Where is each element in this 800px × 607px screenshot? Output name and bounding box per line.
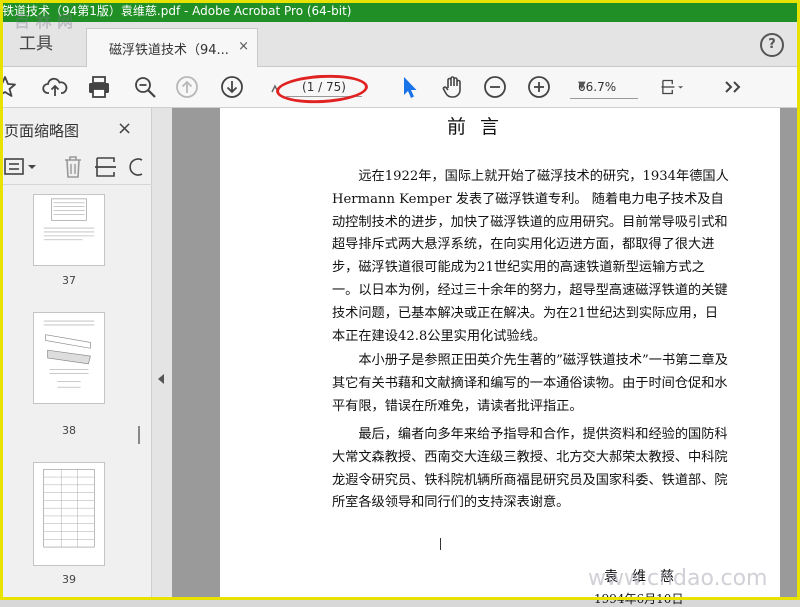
zoom-search-icon[interactable] bbox=[132, 74, 158, 100]
next-page-icon[interactable] bbox=[219, 74, 245, 100]
prev-page-icon[interactable] bbox=[174, 74, 200, 100]
delete-page-icon[interactable] bbox=[62, 155, 84, 179]
print-icon[interactable] bbox=[86, 74, 112, 100]
main-toolbar: (1 / 75) 66.7% ▼ bbox=[0, 67, 800, 108]
text-cursor bbox=[440, 538, 441, 550]
page-thumbnail[interactable] bbox=[33, 462, 105, 566]
help-icon[interactable]: ? bbox=[760, 33, 784, 57]
page-thumbnail[interactable] bbox=[33, 312, 105, 404]
upload-cloud-icon[interactable] bbox=[42, 74, 68, 100]
paragraph: 远在1922年，国际上就开始了磁浮技术的研究，1934年德国人Hermann K… bbox=[332, 166, 730, 348]
page-fit-icon[interactable] bbox=[660, 74, 696, 100]
watermark-bottom-right: www.cndao.com bbox=[588, 566, 768, 591]
chevron-down-icon: ▼ bbox=[578, 80, 586, 91]
rotate-page-icon[interactable] bbox=[128, 156, 148, 178]
paragraph: 最后，编者向多年来给予指导和合作，提供资料和经验的国防科大常文森教授、西南交大连… bbox=[332, 424, 730, 515]
panel-scroll-thumb[interactable] bbox=[138, 426, 140, 444]
panel-close-icon[interactable]: × bbox=[117, 118, 132, 139]
paragraph-text: 最后，编者向多年来给予指导和合作，提供资料和经验的国防科大常文森教授、西南交大连… bbox=[332, 427, 728, 511]
paragraph-text: 本小册子是参照正田英介先生著的”磁浮铁道技术”一书第二章及其它有关书藉和文献摘译… bbox=[332, 353, 728, 414]
thumbnail-page-number: 38 bbox=[62, 424, 76, 437]
pdf-page: 前言 远在1922年，国际上就开始了磁浮技术的研究，1934年德国人Herman… bbox=[220, 108, 780, 606]
tab-close-icon[interactable]: × bbox=[238, 39, 249, 54]
watermark-top-left: 百 林 网 bbox=[14, 12, 74, 31]
tab-document-label: 磁浮铁道技术（94... bbox=[109, 43, 229, 58]
document-viewer: 前言 远在1922年，国际上就开始了磁浮技术的研究，1934年德国人Herman… bbox=[172, 108, 800, 606]
select-cursor-icon[interactable] bbox=[396, 74, 422, 100]
page-thumbnails-panel: 页面缩略图 × 37 38 39 bbox=[0, 108, 152, 600]
panel-collapse-strip[interactable] bbox=[152, 108, 172, 600]
thumbnail-options-icon[interactable] bbox=[4, 156, 38, 178]
more-tools-icon[interactable] bbox=[720, 74, 746, 100]
page-heading: 前言 bbox=[446, 116, 513, 138]
hand-tool-icon[interactable] bbox=[440, 74, 466, 100]
panel-toolbar bbox=[0, 150, 152, 185]
panel-title: 页面缩略图 bbox=[4, 122, 80, 140]
tab-document[interactable]: 磁浮铁道技术（94... × bbox=[86, 28, 258, 67]
tab-bar: 工具 磁浮铁道技术（94... × ? bbox=[0, 22, 800, 67]
zoom-out-icon[interactable] bbox=[482, 74, 508, 100]
thumbnail-page-number: 37 bbox=[62, 274, 76, 287]
zoom-in-icon[interactable] bbox=[526, 74, 552, 100]
paragraph: 本小册子是参照正田英介先生著的”磁浮铁道技术”一书第二章及其它有关书藉和文献摘译… bbox=[332, 350, 730, 418]
date: 1994年6月10日 bbox=[594, 592, 684, 606]
thumbnail-page-number: 39 bbox=[62, 573, 76, 586]
window-title-bar: 铁道技术（94第1版）袁维慈.pdf - Adobe Acrobat Pro (… bbox=[0, 0, 800, 22]
page-input-caret-icon bbox=[262, 74, 279, 100]
collapse-arrow-icon bbox=[158, 374, 164, 384]
zoom-select[interactable]: 66.7% ▼ bbox=[570, 78, 638, 99]
insert-page-icon[interactable] bbox=[94, 155, 118, 179]
page-thumbnail[interactable] bbox=[33, 194, 105, 266]
star-icon[interactable] bbox=[0, 74, 18, 100]
paragraph-text: 远在1922年，国际上就开始了磁浮技术的研究，1934年德国人Hermann K… bbox=[332, 169, 729, 344]
